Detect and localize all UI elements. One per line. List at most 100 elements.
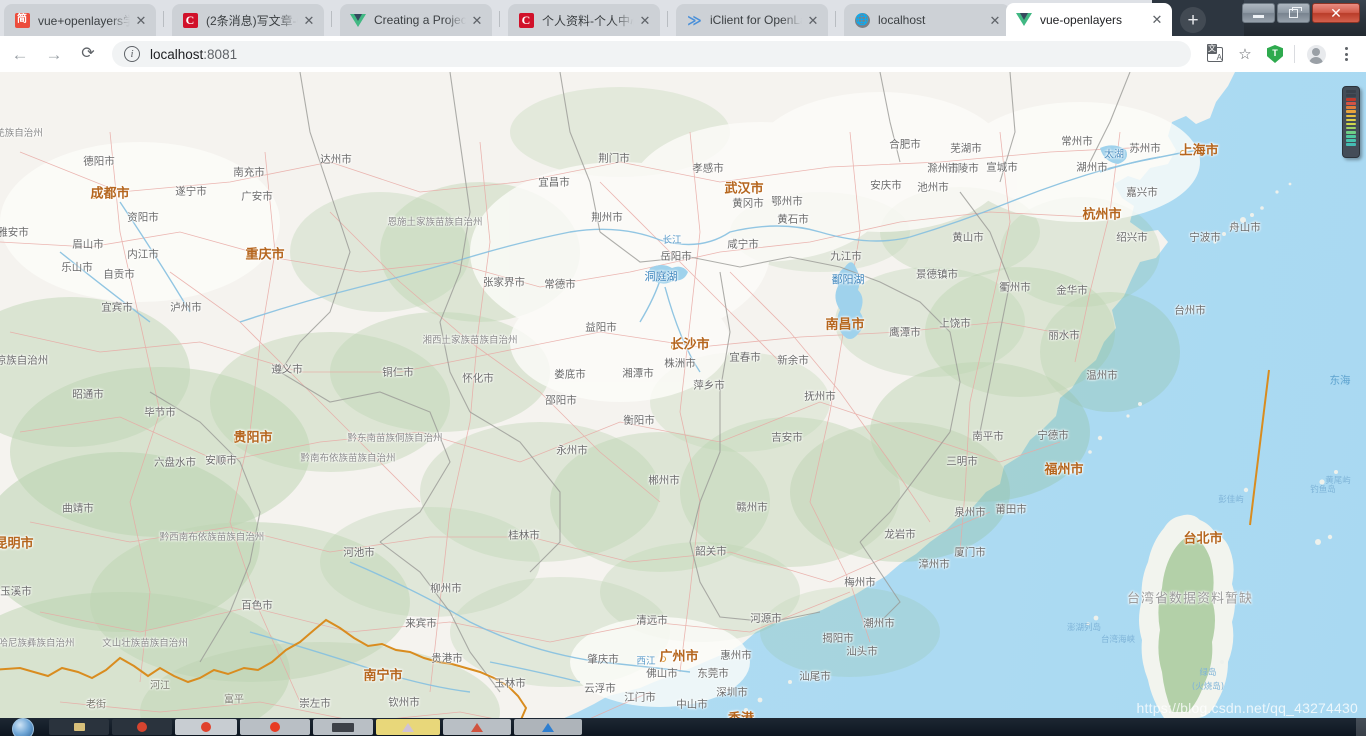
tab-separator — [835, 11, 836, 27]
reload-button[interactable]: ⟳ — [74, 40, 102, 68]
windows-taskbar[interactable] — [0, 718, 1366, 736]
meter-segment — [1346, 139, 1356, 142]
browser-toolbar: ← → ⟳ i localhost:8081 ☆ T — [0, 36, 1366, 72]
city-marker-dot — [826, 324, 832, 330]
meter-segment — [1346, 130, 1356, 134]
meter-segment — [1346, 102, 1356, 105]
tab-personal-profile[interactable]: C 个人资料-个人中心 ✕ — [508, 4, 660, 36]
map-canvas[interactable]: 成都市重庆市贵阳市昆明市武汉市长沙市南昌市杭州市上海市福州市台北市广州市南宁市香… — [0, 72, 1366, 718]
csdn-icon: C — [182, 12, 198, 28]
back-button[interactable]: ← — [6, 40, 34, 68]
taskbar-item-4[interactable] — [376, 719, 440, 735]
city-marker-dot — [234, 437, 240, 443]
profile-avatar[interactable] — [1302, 40, 1330, 68]
start-button[interactable] — [0, 718, 46, 736]
city-marker-dot — [1184, 538, 1190, 544]
shield-glyph: T — [1267, 45, 1283, 63]
meter-segment — [1346, 143, 1356, 146]
toolbar-icon-group: ☆ T — [1199, 40, 1366, 68]
taskbar-item-6[interactable] — [514, 719, 582, 735]
site-info-icon[interactable]: i — [124, 46, 140, 62]
city-marker-dot — [246, 254, 252, 260]
meter-segment — [1346, 94, 1356, 97]
tab-close-icon[interactable]: ✕ — [804, 11, 822, 29]
globe-icon: 🌐 — [854, 12, 870, 28]
meter-segment — [1346, 90, 1356, 93]
map-viewport[interactable]: 成都市重庆市贵阳市昆明市武汉市长沙市南昌市杭州市上海市福州市台北市广州市南宁市香… — [0, 72, 1366, 718]
jianshu-icon: 简 — [14, 12, 30, 28]
meter-segment — [1346, 126, 1356, 130]
csdn-icon: C — [518, 12, 534, 28]
tab-close-icon[interactable]: ✕ — [468, 11, 486, 29]
adblock-shield-icon[interactable]: T — [1261, 40, 1289, 68]
browser-chrome: 简 vue+openlayers学 ✕ C (2条消息)写文章-CS ✕ Cre… — [0, 0, 1366, 72]
boundary-segment-taiwan-strait — [1249, 369, 1270, 526]
city-marker-dot — [91, 193, 97, 199]
url-host: localhost — [150, 46, 204, 62]
tab-title: localhost — [878, 13, 926, 27]
city-marker-dot — [1045, 469, 1051, 475]
city-marker-dot — [1083, 214, 1089, 220]
taskbar-item-browser[interactable] — [112, 719, 172, 735]
new-tab-button[interactable]: + — [1180, 7, 1206, 33]
tab-separator — [331, 11, 332, 27]
tab-localhost[interactable]: 🌐 localhost ✕ — [844, 4, 1010, 36]
window-controls: ✕ — [1242, 3, 1360, 23]
map-vector-layer — [0, 72, 1338, 718]
vue-icon — [1016, 12, 1032, 28]
tab-close-icon[interactable]: ✕ — [636, 11, 654, 29]
city-marker-dot — [725, 188, 731, 194]
tab-title: Creating a Project — [374, 13, 466, 27]
toolbar-divider — [1294, 45, 1295, 63]
meter-segment — [1346, 135, 1356, 138]
show-desktop-button[interactable] — [1356, 718, 1366, 736]
close-button[interactable]: ✕ — [1312, 3, 1360, 23]
restore-button[interactable] — [1277, 3, 1310, 23]
city-marker-dot — [1180, 150, 1186, 156]
iclient-icon: ≫ — [687, 12, 702, 28]
translate-icon[interactable] — [1201, 40, 1229, 68]
tab-title: vue-openlayers — [1040, 12, 1123, 27]
tab-separator — [667, 11, 668, 27]
bookmark-star-icon[interactable]: ☆ — [1231, 40, 1259, 68]
browser-window: 简 vue+openlayers学 ✕ C (2条消息)写文章-CS ✕ Cre… — [0, 0, 1366, 736]
taskbar-item-1[interactable] — [175, 719, 237, 735]
tab-title: vue+openlayers学 — [38, 13, 130, 28]
tab-csdn-write[interactable]: C (2条消息)写文章-CS ✕ — [172, 4, 324, 36]
tab-separator — [163, 11, 164, 27]
forward-button[interactable]: → — [40, 40, 68, 68]
meter-segment — [1346, 98, 1356, 101]
tab-close-icon[interactable]: ✕ — [132, 11, 150, 29]
tab-title: 个人资料-个人中心 — [542, 13, 634, 28]
tab-iclient-for-openlayers[interactable]: ≫ iClient for OpenLa ✕ — [676, 4, 828, 36]
tab-close-icon[interactable]: ✕ — [986, 11, 1004, 29]
taskbar-item-5[interactable] — [443, 719, 511, 735]
tab-creating-a-project[interactable]: Creating a Project ✕ — [340, 4, 492, 36]
address-bar[interactable]: i localhost:8081 — [112, 41, 1191, 67]
url-port: :8081 — [203, 46, 238, 62]
city-marker-dot — [660, 656, 666, 662]
close-icon: ✕ — [1330, 5, 1342, 21]
tab-separator — [499, 11, 500, 27]
meter-segment — [1346, 110, 1356, 114]
level-meter-overlay[interactable] — [1342, 86, 1360, 158]
city-marker-dot — [671, 344, 677, 350]
tab-close-icon[interactable]: ✕ — [1148, 11, 1166, 29]
chrome-menu-icon[interactable] — [1332, 40, 1360, 68]
tab-close-icon[interactable]: ✕ — [300, 11, 318, 29]
taskbar-item-2[interactable] — [240, 719, 310, 735]
taskbar-item-3[interactable] — [313, 719, 373, 735]
tab-vue-openlayers-xue[interactable]: 简 vue+openlayers学 ✕ — [4, 4, 156, 36]
taiwan-island — [1139, 514, 1235, 718]
meter-segment — [1346, 106, 1356, 109]
taskbar-item-explorer[interactable] — [49, 719, 109, 735]
vue-icon — [350, 12, 366, 28]
tab-strip: 简 vue+openlayers学 ✕ C (2条消息)写文章-CS ✕ Cre… — [0, 0, 1366, 36]
meter-segment — [1346, 122, 1356, 126]
minimize-button[interactable] — [1242, 3, 1275, 23]
meter-segment — [1346, 118, 1356, 122]
tab-title: iClient for OpenLa — [710, 13, 802, 27]
tab-vue-openlayers-active[interactable]: vue-openlayers ✕ — [1006, 3, 1172, 36]
meter-segment — [1346, 114, 1356, 118]
tab-title: (2条消息)写文章-CS — [206, 13, 298, 28]
